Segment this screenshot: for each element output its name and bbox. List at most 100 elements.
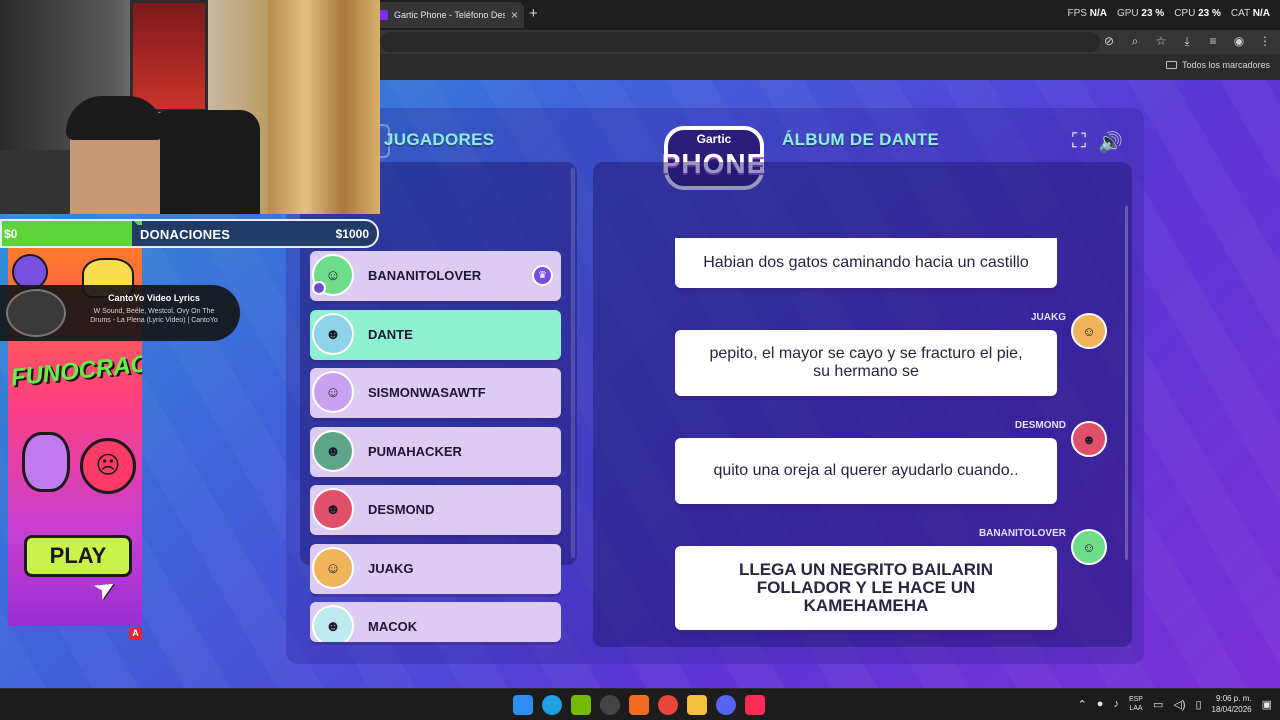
file-explorer-icon[interactable] [687, 695, 707, 715]
player-name: DANTE [368, 327, 413, 342]
players-scrollbar[interactable] [571, 168, 575, 558]
player-avatar-icon: ☺ [312, 547, 354, 589]
player-row[interactable]: ☺ SISMONWASAWTF [310, 368, 561, 418]
clock-time: 9:06 p. m. [1216, 694, 1252, 703]
tab-close-icon[interactable]: × [511, 8, 518, 22]
clock[interactable]: 9:06 p. m. 18/04/2026 [1212, 693, 1252, 715]
new-tab-button[interactable]: + [529, 5, 538, 22]
album-card: LLEGA UN NEGRITO BAILARIN FOLLADOR Y LE … [675, 546, 1057, 630]
headphones [66, 96, 164, 140]
edge-icon[interactable] [542, 695, 562, 715]
notifications-icon[interactable]: ▣ [1262, 698, 1272, 711]
tray-app-icon[interactable]: ● [1097, 698, 1104, 710]
player-name: JUAKG [368, 561, 414, 576]
zoom-icon[interactable]: ⌕ [1128, 34, 1142, 49]
donations-max: $1000 [335, 227, 369, 241]
ad-play-button[interactable]: PLAY [24, 535, 132, 577]
album-art [6, 289, 66, 337]
url-field[interactable] [380, 32, 1100, 52]
ad-brand: FUNOCRACY [9, 348, 142, 392]
now-playing-subtitle: W Sound, Beéle, Westcol, Ovy On The Drum… [90, 308, 218, 324]
network-icon[interactable]: ▭ [1153, 698, 1163, 711]
player-avatar-icon: ☺ [312, 371, 354, 413]
perf-cat: CAT N/A [1230, 8, 1270, 19]
player-name: SISMONWASAWTF [368, 385, 486, 400]
now-playing-title: CantoYo Video Lyrics [108, 293, 200, 303]
curtain [268, 0, 380, 214]
player-avatar-icon: ☻ [312, 605, 354, 642]
tiktok-icon[interactable] [745, 695, 765, 715]
microphone-icon[interactable]: ♪ [1113, 698, 1119, 710]
player-name: BANANITOLOVER [368, 268, 482, 283]
webcam-feed [0, 0, 380, 214]
volume-icon[interactable]: 🔊 [1098, 130, 1123, 155]
chrome-icon[interactable] [658, 695, 678, 715]
donations-label: DONACIONES [140, 227, 231, 242]
ad-character-icon [22, 432, 70, 492]
battery-icon[interactable]: ▯ [1195, 698, 1201, 711]
album-heading: ÁLBUM DE DANTE [782, 130, 940, 149]
discord-icon[interactable] [716, 695, 736, 715]
player-row[interactable]: ☻ DANTE [310, 310, 561, 360]
player-row[interactable]: ☺ BANANITOLOVER ♛ [310, 251, 561, 301]
windows-taskbar: ⌃ ● ♪ ESP LAA ▭ ◁) ▯ 9:06 p. m. 18/04/20… [0, 688, 1280, 720]
album-card: pepito, el mayor se cayo y se fracturo e… [675, 330, 1057, 396]
player-avatar-icon: ☻ [312, 430, 354, 472]
brave-icon[interactable] [629, 695, 649, 715]
album-author-avatar-icon: ☻ [1071, 421, 1107, 457]
lang-code: ESP [1128, 696, 1143, 703]
folder-icon [1165, 61, 1177, 69]
camera-off-icon[interactable]: ⊘ [1102, 34, 1116, 49]
tray-chevron-icon[interactable]: ⌃ [1078, 698, 1087, 711]
donations-goal-bar: $0 DONACIONES $1000 [0, 219, 379, 248]
nvidia-icon[interactable] [571, 695, 591, 715]
playlist-icon[interactable]: ≡ [1206, 34, 1220, 49]
album-card: Habian dos gatos caminando hacia un cast… [675, 238, 1057, 288]
album-author-avatar-icon: ☺ [1071, 529, 1107, 565]
speaker-icon[interactable]: ◁) [1173, 698, 1185, 711]
perf-gpu: GPU 23 % [1116, 8, 1165, 19]
bookmark-star-icon[interactable]: ☆ [1154, 34, 1168, 49]
perf-cpu: CPU 23 % [1174, 8, 1221, 19]
menu-kebab-icon[interactable]: ⋮ [1258, 34, 1272, 49]
gaming-chair [150, 110, 260, 214]
logo-top-text: Gartic [696, 132, 732, 146]
album-author: JUAKG [1030, 312, 1066, 323]
all-bookmarks-button[interactable]: Todos los marcadores [1165, 60, 1270, 70]
host-crown-icon: ♛ [532, 265, 553, 286]
ad-badge: A [129, 627, 142, 640]
album-card: quito una oreja al querer ayudarlo cuand… [675, 438, 1057, 504]
album-author-avatar-icon: ☺ [1071, 313, 1107, 349]
album-author: BANANITOLOVER [978, 528, 1066, 539]
poster [130, 0, 208, 112]
player-row[interactable]: ☻ PUMAHACKER [310, 427, 561, 477]
now-playing-widget: CantoYo Video Lyrics W Sound, Beéle, Wes… [0, 285, 240, 341]
owner-user-icon [312, 281, 326, 295]
obs-icon[interactable] [600, 695, 620, 715]
donations-min: $0 [4, 227, 18, 241]
toolbar-icons: ⊘ ⌕ ☆ ⤓ ≡ ◉ ⋮ [1102, 34, 1272, 49]
player-avatar-icon: ☻ [312, 488, 354, 530]
fullscreen-icon[interactable]: ⛶ [1072, 130, 1086, 155]
system-tray: ⌃ ● ♪ ESP LAA ▭ ◁) ▯ 9:06 p. m. 18/04/20… [1078, 693, 1272, 715]
player-name: DESMOND [368, 502, 435, 517]
perf-fps: FPS N/A [1067, 8, 1107, 19]
players-heading: JUGADORES [384, 130, 495, 149]
clock-date: 18/04/2026 [1211, 705, 1252, 714]
language-indicator[interactable]: ESP LAA [1129, 695, 1143, 713]
taskbar-apps [513, 695, 765, 715]
keyboard-layout: LAA [1129, 705, 1143, 712]
album-author: DESMOND [1014, 420, 1066, 431]
player-name: MACOK [368, 619, 418, 634]
all-bookmarks-label: Todos los marcadores [1181, 60, 1270, 70]
windows-start-icon[interactable] [513, 695, 533, 715]
profile-avatar-icon[interactable]: ◉ [1232, 34, 1246, 49]
player-row[interactable]: ☻ DESMOND [310, 485, 561, 535]
download-icon[interactable]: ⤓ [1180, 34, 1194, 49]
album-scrollbar[interactable] [1125, 206, 1128, 560]
game-top-icons: ⛶ 🔊 [1072, 130, 1123, 155]
browser-tab[interactable]: Gartic Phone - Teléfono Descon × [372, 2, 524, 28]
player-row[interactable]: ☺ JUAKG [310, 544, 561, 594]
player-name: PUMAHACKER [368, 444, 462, 459]
player-row[interactable]: ☻ MACOK [310, 602, 561, 642]
